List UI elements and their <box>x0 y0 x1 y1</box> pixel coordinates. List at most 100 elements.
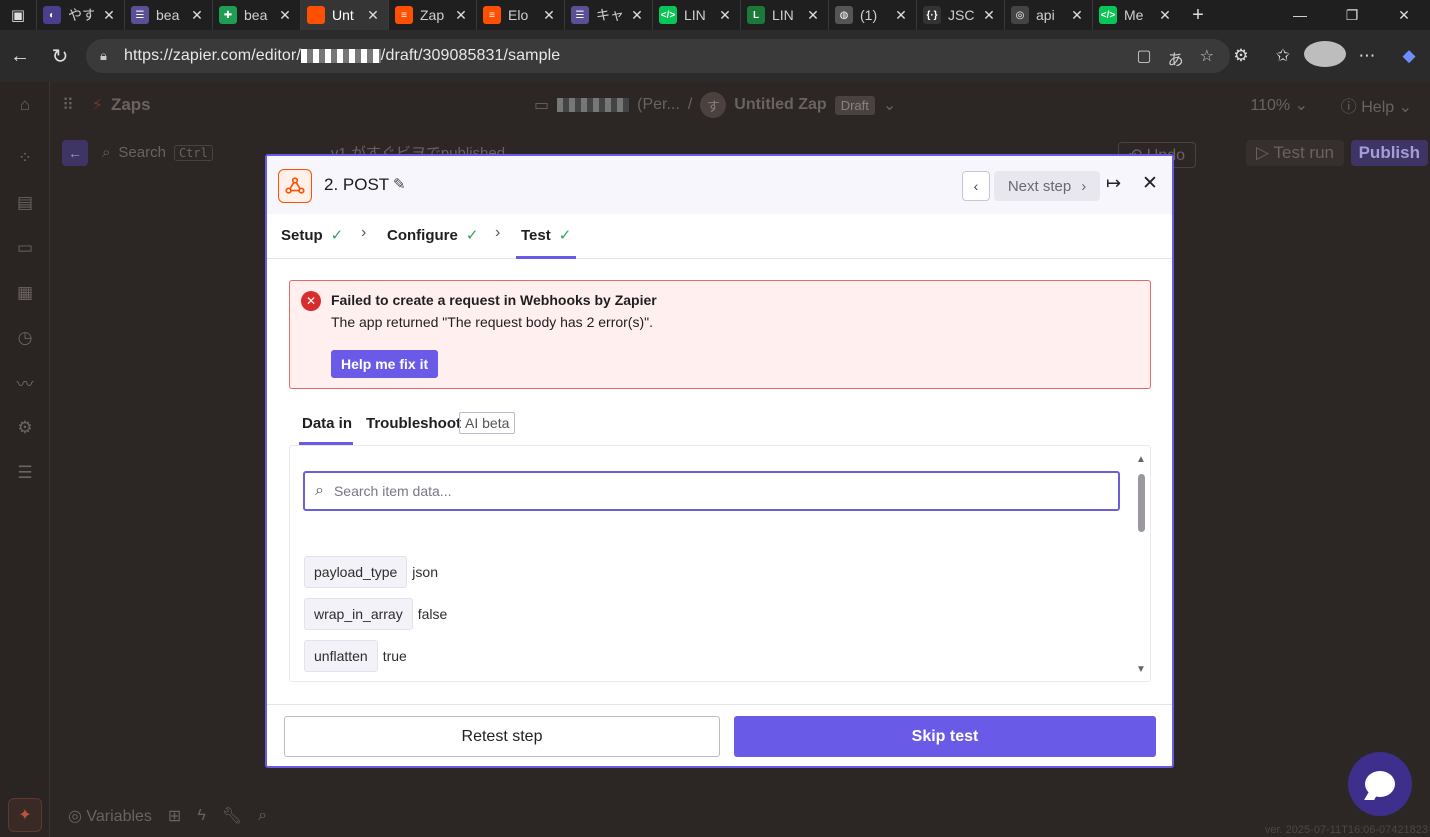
favorite-star-icon[interactable]: ☆ <box>1200 46 1214 70</box>
browser-tab[interactable]: ≡ Elo ✕ <box>476 0 564 30</box>
zap-title[interactable]: Untitled Zap <box>734 96 826 114</box>
step-editor-modal: 2. POST ✎ ‹ Next step › ↦ ✕ Setup ✓ › Co… <box>265 154 1174 768</box>
tab-close-icon[interactable]: ✕ <box>1068 7 1086 24</box>
browser-tab[interactable]: </> LIN ✕ <box>652 0 740 30</box>
settings-icon[interactable]: ⚙ <box>0 405 50 450</box>
add-app-icon[interactable]: ⊞ <box>168 806 181 826</box>
window-close-icon[interactable]: ✕ <box>1378 7 1430 24</box>
tab-favicon-icon: ☰ <box>571 6 589 24</box>
archive-icon[interactable]: ☰ <box>0 450 50 495</box>
scroll-down-icon[interactable]: ▼ <box>1136 664 1146 675</box>
browser-tab[interactable]: ◍ (1) ✕ <box>828 0 916 30</box>
url-text[interactable]: https://zapier.com/editor/ /draft/3090858… <box>124 47 560 65</box>
field-key[interactable]: wrap_in_array <box>304 598 413 630</box>
home-icon[interactable]: ⌂ <box>0 82 50 127</box>
zoom-search-icon[interactable]: ⌕ <box>258 807 267 825</box>
scroll-thumb[interactable] <box>1138 474 1145 532</box>
tab-setup-label: Setup <box>281 226 323 244</box>
tab-close-icon[interactable]: ✕ <box>804 7 822 24</box>
site-info-icon[interactable]: 🔒︎ <box>100 48 124 64</box>
tab-close-icon[interactable]: ✕ <box>980 7 998 24</box>
browser-tab[interactable]: Unt ✕ <box>300 0 388 30</box>
tab-close-icon[interactable]: ✕ <box>628 7 646 24</box>
browser-tab[interactable]: ◎ api ✕ <box>1004 0 1092 30</box>
redacted-folder-name <box>557 98 630 112</box>
profile-icon[interactable] <box>1304 40 1346 72</box>
publish-button[interactable]: Publish <box>1350 140 1428 166</box>
zoom-level[interactable]: 110% ⌄ <box>1250 95 1308 115</box>
close-icon[interactable]: ✕ <box>1142 172 1158 195</box>
browser-tab[interactable]: {·} JSC ✕ <box>916 0 1004 30</box>
help-label: Help <box>1361 99 1395 116</box>
help-menu[interactable]: ⓘ Help ⌄ <box>1341 93 1412 117</box>
tab-close-icon[interactable]: ✕ <box>892 7 910 24</box>
copilot-icon[interactable]: ◆ <box>1388 46 1430 66</box>
expand-panel-icon[interactable]: ↦ <box>1106 173 1121 194</box>
skip-test-button[interactable]: Skip test <box>734 716 1156 757</box>
chat-launcher-button[interactable] <box>1348 752 1412 816</box>
new-tab-icon[interactable]: + <box>1180 4 1216 27</box>
tab-troubleshoot[interactable]: Troubleshoot <box>366 415 461 432</box>
tab-close-icon[interactable]: ✕ <box>276 7 294 24</box>
tab-close-icon[interactable]: ✕ <box>188 7 206 24</box>
reload-icon[interactable]: ↻ <box>40 44 80 69</box>
calendar-icon[interactable]: ▦ <box>0 270 50 315</box>
tab-configure[interactable]: Configure ✓ <box>387 226 478 245</box>
edit-pencil-icon[interactable]: ✎ <box>393 175 406 193</box>
more-options-icon[interactable]: ⋯ <box>1346 46 1388 66</box>
extensions-icon[interactable]: ⚙ <box>1220 46 1262 66</box>
test-run-button[interactable]: ▷ Test run <box>1246 140 1344 166</box>
variables-label: Variables <box>86 808 152 825</box>
field-key[interactable]: unflatten <box>304 640 378 672</box>
variables-button[interactable]: ◎ Variables <box>68 806 152 826</box>
zaps-link[interactable]: Zaps <box>111 95 151 115</box>
clipboard-icon[interactable]: ▢ <box>1137 46 1152 70</box>
history-icon[interactable]: ◷ <box>0 315 50 360</box>
browser-tab[interactable]: </> Me ✕ <box>1092 0 1180 30</box>
help-me-fix-button[interactable]: Help me fix it <box>331 350 439 378</box>
chat-icon[interactable]: ▭ <box>0 225 50 270</box>
previous-step-button[interactable]: ‹ <box>962 171 990 201</box>
retest-step-button[interactable]: Retest step <box>284 716 720 757</box>
data-scrollbar[interactable]: ▲ ▼ <box>1134 454 1148 678</box>
address-bar[interactable]: 🔒︎ https://zapier.com/editor/ /draft/3090… <box>86 39 1230 73</box>
tab-data-in[interactable]: Data in <box>302 415 352 432</box>
browser-tab[interactable]: ≡ Zap ✕ <box>388 0 476 30</box>
wrench-icon[interactable]: 🔧︎ <box>222 806 242 826</box>
tab-favicon-icon: ◎ <box>1011 6 1029 24</box>
minimize-icon[interactable]: — <box>1274 7 1326 24</box>
next-step-button[interactable]: Next step › <box>994 171 1100 201</box>
tab-setup[interactable]: Setup ✓ <box>281 226 343 245</box>
activity-icon[interactable]: 〰 <box>0 360 50 405</box>
copilot-sparkle-icon[interactable]: ✦ <box>8 798 42 832</box>
browser-tab[interactable]: ☰ bea ✕ <box>124 0 212 30</box>
tab-actions-icon[interactable]: ▣ <box>0 0 36 30</box>
file-icon[interactable]: ▤ <box>0 180 50 225</box>
apps-icon[interactable]: ⁘ <box>0 135 50 180</box>
translate-icon[interactable]: あ <box>1168 46 1184 70</box>
browser-tab[interactable]: ◐ やす ✕ <box>36 0 124 30</box>
tab-close-icon[interactable]: ✕ <box>540 7 558 24</box>
chevron-down-icon[interactable]: ⌄ <box>883 95 896 115</box>
app-grid-icon[interactable]: ⠿ <box>62 95 74 115</box>
scroll-up-icon[interactable]: ▲ <box>1136 454 1146 465</box>
tab-close-icon[interactable]: ✕ <box>452 7 470 24</box>
field-key[interactable]: payload_type <box>304 556 408 588</box>
search-input[interactable] <box>333 483 1094 499</box>
browser-tab[interactable]: ✚ bea ✕ <box>212 0 300 30</box>
tab-close-icon[interactable]: ✕ <box>100 7 118 24</box>
tab-close-icon[interactable]: ✕ <box>716 7 734 24</box>
tab-label: Zap <box>420 7 445 23</box>
favorites-icon[interactable]: ✩ <box>1262 46 1304 66</box>
bolt-icon[interactable]: ϟ <box>197 807 205 825</box>
folder-name[interactable]: (Per... <box>637 96 680 114</box>
browser-tab[interactable]: L LIN ✕ <box>740 0 828 30</box>
editor-back-button[interactable]: ← <box>62 140 88 166</box>
back-arrow-icon[interactable]: ← <box>0 45 40 68</box>
restore-icon[interactable]: ❐ <box>1326 7 1378 24</box>
tab-test[interactable]: Test ✓ <box>521 226 571 245</box>
tab-close-icon[interactable]: ✕ <box>364 7 382 24</box>
browser-tab[interactable]: ☰ キャ ✕ <box>564 0 652 30</box>
tab-close-icon[interactable]: ✕ <box>1156 7 1174 24</box>
tab-label: Me <box>1124 7 1144 23</box>
